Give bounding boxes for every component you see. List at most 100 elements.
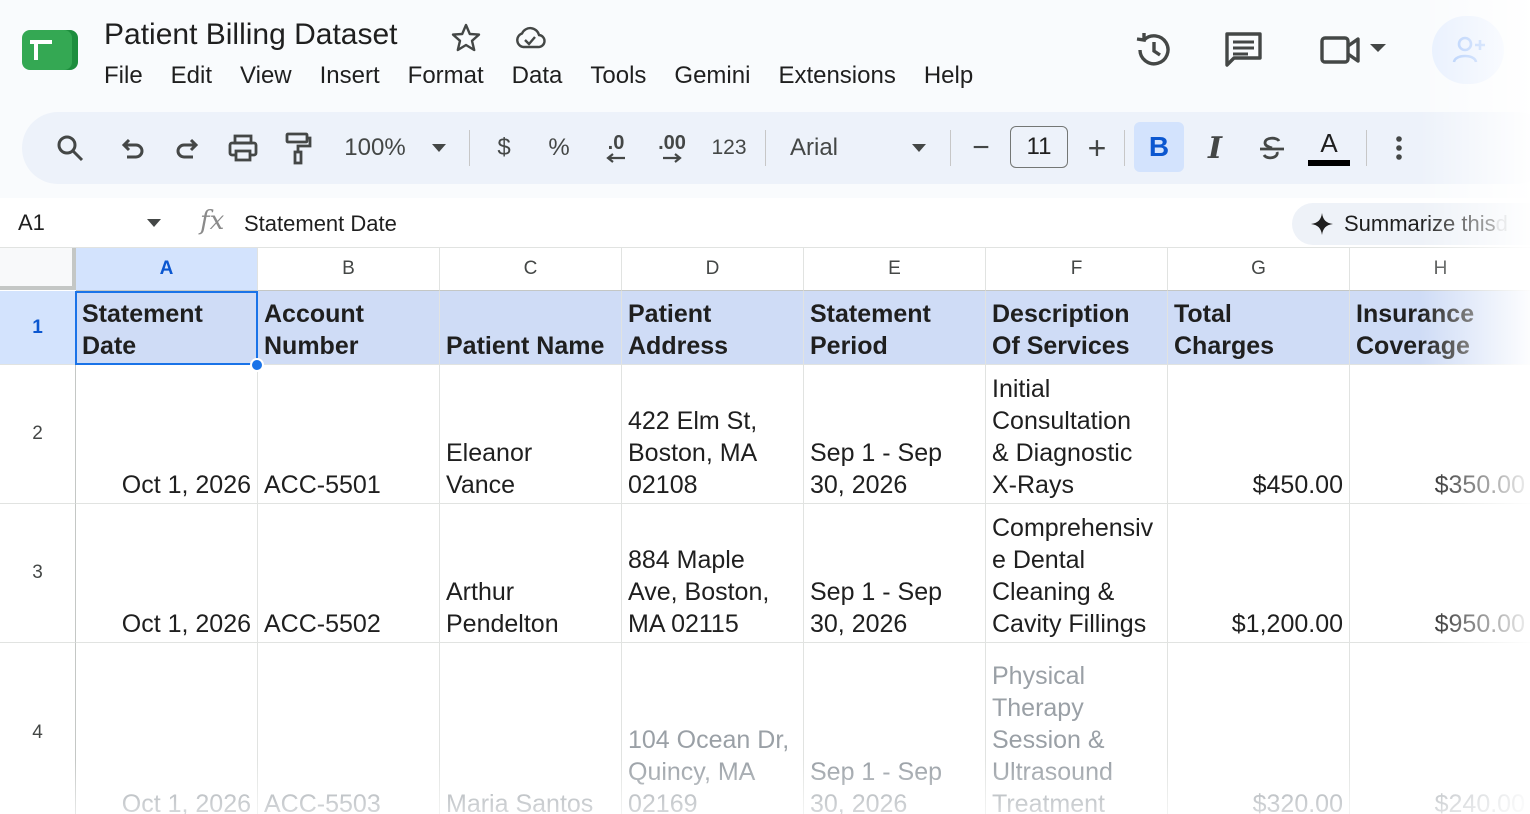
- cloud-saved-icon[interactable]: [514, 22, 546, 54]
- data-cell[interactable]: Maria Santos: [440, 643, 622, 814]
- redo-button[interactable]: [170, 126, 206, 170]
- font-size-input[interactable]: 11: [1010, 126, 1068, 168]
- data-cell[interactable]: 422 Elm St, Boston, MA 02108: [622, 365, 804, 504]
- column-header-a[interactable]: A: [76, 248, 258, 291]
- decrease-font-size-button[interactable]: −: [966, 126, 996, 170]
- row-header-2[interactable]: 2: [0, 365, 76, 504]
- row-header-4[interactable]: 4: [0, 643, 76, 814]
- select-all-corner[interactable]: [0, 248, 76, 290]
- menu-insert[interactable]: Insert: [320, 62, 380, 90]
- spreadsheet-grid: A B C D E F G H 1 2 3 4 Statement Date Account Number…: [0, 248, 1530, 814]
- undo-button[interactable]: [114, 126, 150, 170]
- data-cell[interactable]: Sep 1 - Sep 30, 2026: [804, 365, 986, 504]
- row-header-3[interactable]: 3: [0, 504, 76, 643]
- toolbar-divider: [1366, 130, 1367, 166]
- column-header-f[interactable]: F: [986, 248, 1168, 291]
- decrease-decimal-button[interactable]: .0: [598, 126, 634, 170]
- header-cell[interactable]: Statement Period: [804, 291, 986, 365]
- column-header-g[interactable]: G: [1168, 248, 1350, 291]
- data-cell[interactable]: Sep 1 - Sep 30, 2026: [804, 504, 986, 643]
- text-color-button[interactable]: A: [1306, 126, 1352, 170]
- zoom-dropdown[interactable]: [428, 126, 450, 170]
- menu-edit[interactable]: Edit: [171, 62, 212, 90]
- search-menus-button[interactable]: [52, 126, 88, 170]
- paint-format-icon: [285, 132, 312, 165]
- data-cell[interactable]: ACC-5502: [258, 504, 440, 643]
- print-button[interactable]: [224, 126, 262, 170]
- strikethrough-button[interactable]: [1254, 126, 1290, 170]
- toolbar-divider: [765, 130, 766, 166]
- font-dropdown[interactable]: [908, 126, 930, 170]
- data-cell[interactable]: Eleanor Vance: [440, 365, 622, 504]
- menu-data[interactable]: Data: [512, 62, 563, 90]
- menu-bar: File Edit View Insert Format Data Tools …: [104, 62, 1001, 90]
- data-cell[interactable]: 104 Ocean Dr, Quincy, MA 02169: [622, 643, 804, 814]
- header-cell[interactable]: Patient Address: [622, 291, 804, 365]
- percent-format-button[interactable]: %: [544, 126, 574, 170]
- column-header-b[interactable]: B: [258, 248, 440, 291]
- menu-extensions[interactable]: Extensions: [778, 62, 895, 90]
- paint-format-button[interactable]: [280, 126, 316, 170]
- column-header-h[interactable]: H: [1350, 248, 1530, 291]
- more-toolbar-button[interactable]: [1388, 126, 1410, 170]
- bold-button[interactable]: B: [1134, 122, 1184, 172]
- row-header-1[interactable]: 1: [0, 291, 76, 365]
- sheets-logo-icon[interactable]: [20, 28, 80, 72]
- menu-help[interactable]: Help: [924, 62, 973, 90]
- data-cell[interactable]: Arthur Pendelton: [440, 504, 622, 643]
- data-cell[interactable]: Oct 1, 2026: [76, 504, 258, 643]
- summarize-label: Summarize this: [1344, 211, 1496, 236]
- data-cell[interactable]: $240.00: [1350, 643, 1530, 814]
- header-cell[interactable]: Total Charges: [1168, 291, 1350, 365]
- chevron-down-icon[interactable]: [146, 218, 162, 228]
- header-cell[interactable]: Patient Name: [440, 291, 622, 365]
- data-cell[interactable]: $1,200.00: [1168, 504, 1350, 643]
- data-cell[interactable]: $950.00: [1350, 504, 1530, 643]
- summarize-button[interactable]: Summarize this d: [1292, 203, 1530, 245]
- data-cell[interactable]: ACC-5503: [258, 643, 440, 814]
- data-cell[interactable]: Oct 1, 2026: [76, 643, 258, 814]
- header-cell[interactable]: Insurance Coverage: [1350, 291, 1530, 365]
- header-cell[interactable]: Account Number: [258, 291, 440, 365]
- increase-font-size-button[interactable]: +: [1082, 126, 1112, 170]
- toolbar-divider: [1124, 130, 1125, 166]
- data-cell[interactable]: Physical Therapy Session & Ultrasound Tr…: [986, 643, 1168, 814]
- zoom-select[interactable]: 100%: [338, 126, 412, 170]
- increase-decimal-button[interactable]: .00: [654, 126, 690, 170]
- menu-format[interactable]: Format: [408, 62, 484, 90]
- fill-handle[interactable]: [250, 358, 264, 372]
- data-cell[interactable]: $450.00: [1168, 365, 1350, 504]
- data-cell[interactable]: $320.00: [1168, 643, 1350, 814]
- more-formats-button[interactable]: 123: [708, 126, 750, 170]
- column-header-e[interactable]: E: [804, 248, 986, 291]
- data-cell[interactable]: Initial Consultation & Diagnostic X-Rays: [986, 365, 1168, 504]
- data-cell[interactable]: $350.00: [1350, 365, 1530, 504]
- font-family-select[interactable]: Arial: [790, 126, 850, 170]
- gemini-sparkle-icon: [1311, 213, 1333, 235]
- data-cell[interactable]: Comprehensiv e Dental Cleaning & Cavity …: [986, 504, 1168, 643]
- data-cell[interactable]: 884 Maple Ave, Boston, MA 02115: [622, 504, 804, 643]
- star-icon[interactable]: [450, 22, 482, 54]
- data-cell[interactable]: Oct 1, 2026: [76, 365, 258, 504]
- menu-tools[interactable]: Tools: [590, 62, 646, 90]
- share-button[interactable]: [1432, 16, 1504, 84]
- data-cell[interactable]: Sep 1 - Sep 30, 2026: [804, 643, 986, 814]
- header-cell[interactable]: Statement Date: [76, 291, 258, 365]
- italic-button[interactable]: I: [1198, 126, 1232, 170]
- currency-format-button[interactable]: $: [490, 126, 518, 170]
- column-header-d[interactable]: D: [622, 248, 804, 291]
- formula-input[interactable]: Statement Date: [244, 211, 397, 237]
- column-header-c[interactable]: C: [440, 248, 622, 291]
- menu-view[interactable]: View: [240, 62, 292, 90]
- header-cell[interactable]: Description Of Services: [986, 291, 1168, 365]
- data-cell[interactable]: ACC-5501: [258, 365, 440, 504]
- menu-file[interactable]: File: [104, 62, 143, 90]
- meet-icon[interactable]: [1318, 28, 1394, 72]
- document-title[interactable]: Patient Billing Dataset: [104, 18, 398, 52]
- history-icon[interactable]: [1132, 28, 1176, 72]
- menu-gemini[interactable]: Gemini: [674, 62, 750, 90]
- decrease-decimal-label: .0: [607, 132, 625, 154]
- comment-icon[interactable]: [1222, 28, 1266, 72]
- name-box[interactable]: A1: [18, 210, 45, 236]
- function-icon: fx: [200, 206, 225, 236]
